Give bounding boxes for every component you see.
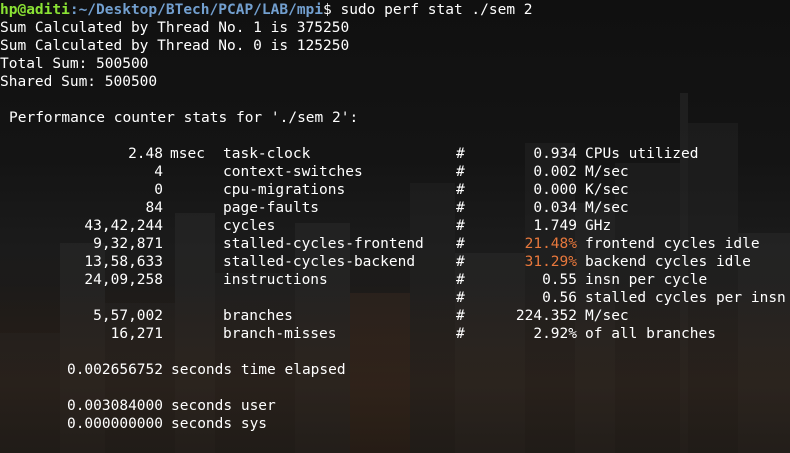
terminal-window[interactable]: hp@aditi:~/Desktop/BTech/PCAP/LAB/mpi$ s… xyxy=(0,0,790,453)
stat-ratio: 1.749 xyxy=(533,218,577,234)
stat-hash: # xyxy=(456,236,465,252)
stats-table: 2.48 msec task-clock #0.934 CPUs utilized 4 co… xyxy=(0,145,790,343)
stat-count: 13,58,633 xyxy=(84,254,163,270)
stat-row: 43,42,244 cycles #1.749 GHz xyxy=(0,217,790,235)
stat-event: branches xyxy=(223,308,293,324)
stat-count: 43,42,244 xyxy=(84,218,163,234)
stat-hash: # xyxy=(456,164,465,180)
terminal-output: hp@aditi:~/Desktop/BTech/PCAP/LAB/mpi$ s… xyxy=(0,1,790,433)
time-sys-label: seconds sys xyxy=(171,416,268,432)
stat-hash: # xyxy=(456,254,465,270)
time-user-label: seconds user xyxy=(171,398,276,414)
stat-desc: backend cycles idle xyxy=(585,254,751,270)
stat-desc: frontend cycles idle xyxy=(585,236,760,252)
stat-count: 0 xyxy=(154,182,163,198)
prompt-path: :~/Desktop/BTech/PCAP/LAB/mpi xyxy=(69,2,324,18)
elapsed-line: 0.002656752 seconds time elapsed xyxy=(0,361,790,379)
stats-header: Performance counter stats for './sem 2': xyxy=(9,110,359,126)
output-line: Shared Sum: 500500 xyxy=(0,74,158,90)
stat-ratio: 0.934 xyxy=(533,146,577,162)
stat-row: #0.56 stalled cycles per insn xyxy=(0,289,790,307)
stat-ratio: 21.48% xyxy=(524,236,577,252)
stat-ratio: 0.034 xyxy=(533,200,577,216)
stat-hash: # xyxy=(456,218,465,234)
stat-event: branch-misses xyxy=(223,326,337,342)
stat-ratio: 2.92% xyxy=(533,326,577,342)
stat-event: cpu-migrations xyxy=(223,182,346,198)
elapsed-value: 0.002656752 xyxy=(66,362,163,378)
stat-row: 13,58,633 stalled-cycles-backend #31.29% ba… xyxy=(0,253,790,271)
stat-event: page-faults xyxy=(223,200,320,216)
time-sys-line: 0.000000000 seconds sys xyxy=(0,415,790,433)
stat-desc: M/sec xyxy=(585,164,629,180)
stat-event: stalled-cycles-backend xyxy=(223,254,416,270)
stat-count: 4 xyxy=(154,164,163,180)
stat-event: cycles xyxy=(223,218,276,234)
stat-desc: CPUs utilized xyxy=(585,146,699,162)
stat-hash: # xyxy=(456,272,465,288)
stat-row: 4 context-switches #0.002 M/sec xyxy=(0,163,790,181)
stat-unit: msec xyxy=(170,146,205,162)
stat-desc: insn per cycle xyxy=(585,272,708,288)
stat-count: 24,09,258 xyxy=(84,272,163,288)
stat-count: 2.48 xyxy=(128,146,163,162)
stat-event: instructions xyxy=(223,272,328,288)
stat-hash: # xyxy=(456,308,465,324)
stat-row: 24,09,258 instructions #0.55 insn per cycle xyxy=(0,271,790,289)
stat-ratio: 0.56 xyxy=(542,290,577,306)
prompt-command: $ sudo perf stat ./sem 2 xyxy=(323,2,533,18)
prompt-line: hp@aditi:~/Desktop/BTech/PCAP/LAB/mpi$ s… xyxy=(0,1,790,19)
stat-hash: # xyxy=(456,200,465,216)
stat-hash: # xyxy=(456,182,465,198)
stat-desc: of all branches xyxy=(585,326,716,342)
stat-count: 5,57,002 xyxy=(93,308,163,324)
stat-row: 5,57,002 branches #224.352 M/sec xyxy=(0,307,790,325)
stat-row: 9,32,871 stalled-cycles-frontend #21.48% fr… xyxy=(0,235,790,253)
output-line: Sum Calculated by Thread No. 0 is 125250 xyxy=(0,38,350,54)
stat-row: 2.48 msec task-clock #0.934 CPUs utilized xyxy=(0,145,790,163)
stat-hash: # xyxy=(456,326,465,342)
stat-event: task-clock xyxy=(223,146,311,162)
stat-desc: K/sec xyxy=(585,182,629,198)
stat-count: 16,271 xyxy=(110,326,163,342)
time-user-line: 0.003084000 seconds user xyxy=(0,397,790,415)
stat-count: 9,32,871 xyxy=(93,236,163,252)
stat-count: 84 xyxy=(145,200,163,216)
stat-desc: stalled cycles per insn xyxy=(585,290,786,306)
stat-ratio: 0.002 xyxy=(533,164,577,180)
stat-desc: M/sec xyxy=(585,200,629,216)
output-line: Sum Calculated by Thread No. 1 is 375250 xyxy=(0,20,350,36)
stat-ratio: 0.000 xyxy=(533,182,577,198)
output-line: Total Sum: 500500 xyxy=(0,56,149,72)
stat-row: 0 cpu-migrations #0.000 K/sec xyxy=(0,181,790,199)
time-sys-value: 0.000000000 xyxy=(66,416,163,432)
stat-event: context-switches xyxy=(223,164,363,180)
stat-hash: # xyxy=(456,290,465,306)
stat-ratio: 224.352 xyxy=(515,308,577,324)
stat-event: stalled-cycles-frontend xyxy=(223,236,424,252)
stat-row: 84 page-faults #0.034 M/sec xyxy=(0,199,790,217)
stat-hash: # xyxy=(456,146,465,162)
stat-ratio: 31.29% xyxy=(524,254,577,270)
time-user-value: 0.003084000 xyxy=(66,398,163,414)
stat-row: 16,271 branch-misses #2.92% of all branches xyxy=(0,325,790,343)
stat-desc: GHz xyxy=(585,218,612,234)
elapsed-label: seconds time elapsed xyxy=(171,362,346,378)
stat-desc: M/sec xyxy=(585,308,629,324)
prompt-user-host: hp@aditi xyxy=(0,2,70,18)
stat-ratio: 0.55 xyxy=(542,272,577,288)
